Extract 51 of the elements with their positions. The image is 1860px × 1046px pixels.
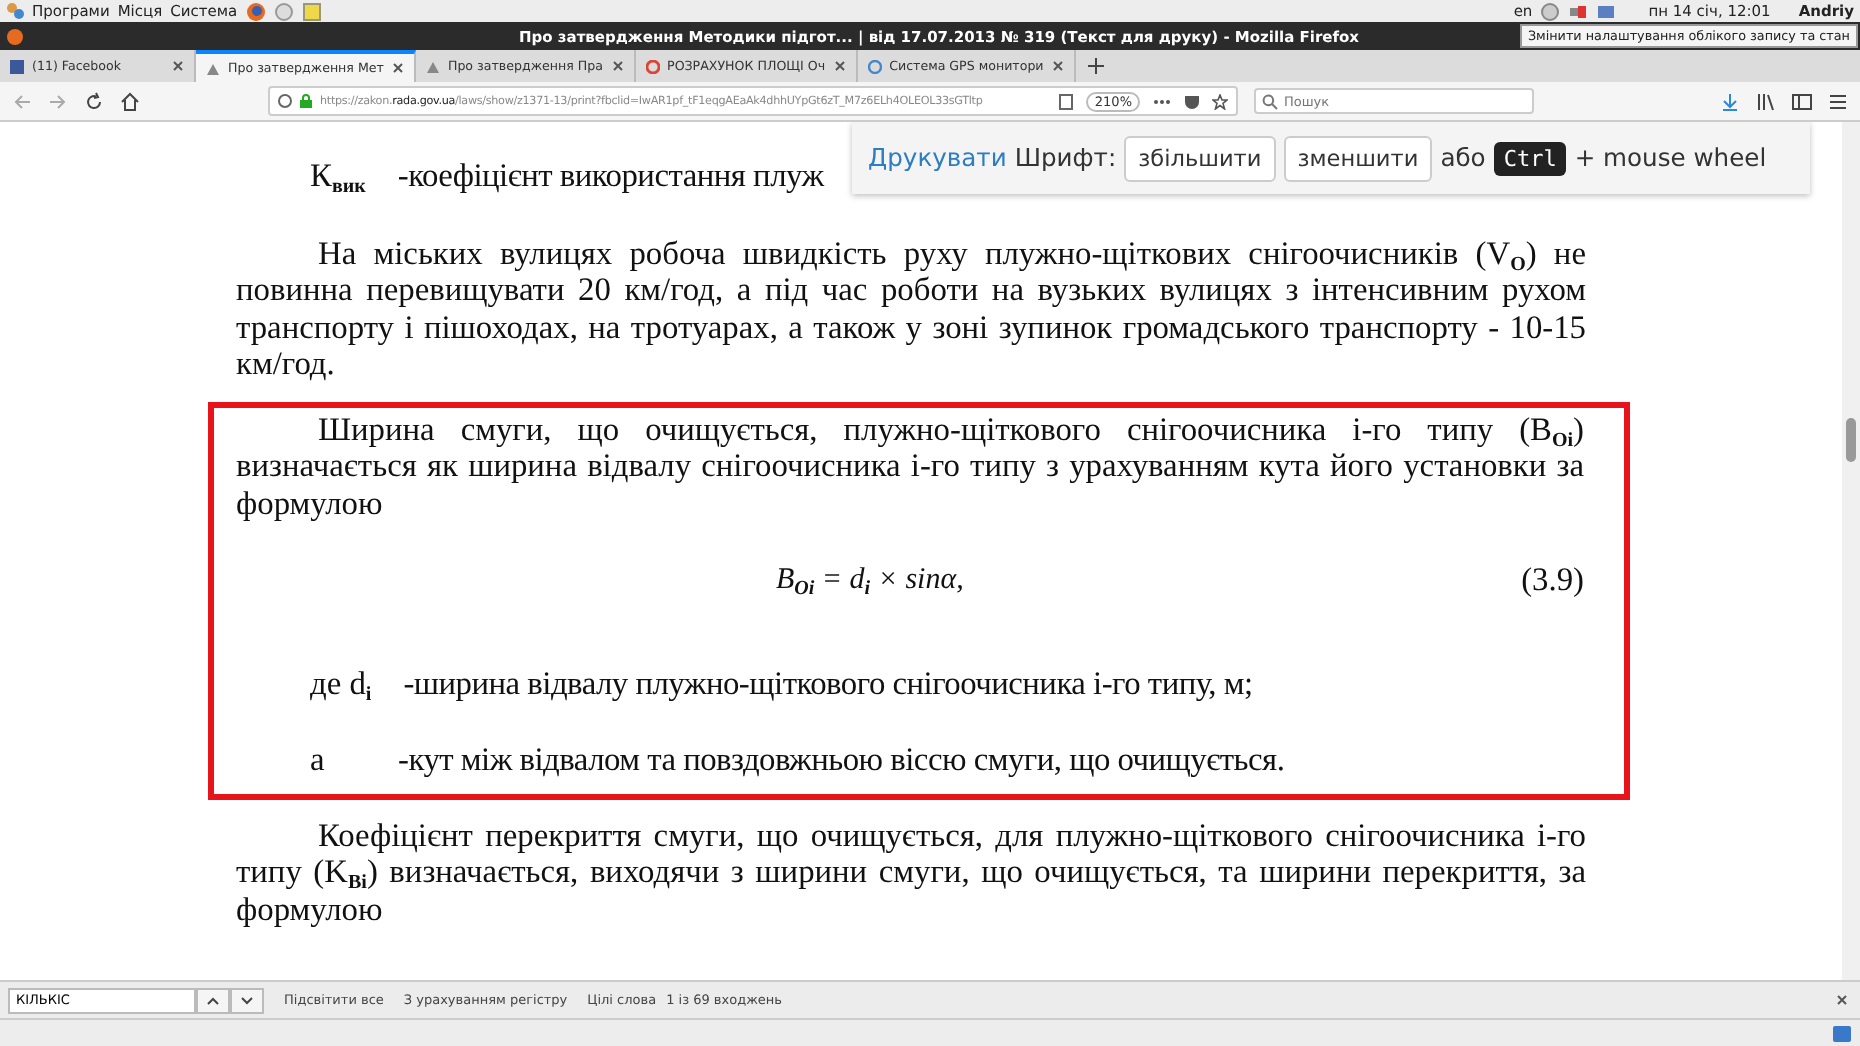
definition-text: -ширина відвалу плужно-щіткового снігоочисника і-го типу, м; [403, 665, 1253, 702]
menu-icon[interactable] [1828, 91, 1848, 111]
star-icon[interactable] [1212, 93, 1228, 109]
favicon-icon [645, 59, 660, 73]
paragraph: На міських вулицях робоча швидкість руху плужно-щіткових снігоочисників (V$_{O}$) не повинна перевищувати 20 км/год, а під час роботи на вузьких вулицях з інтенсивним рухом транспорту і пішоходах, на тротуарах, а також у зоні зупинок громадського транспорту - 10-15 км/год. [236, 235, 1586, 383]
close-icon[interactable] [833, 60, 846, 72]
home-icon[interactable] [120, 91, 140, 111]
workspace-icon[interactable] [1832, 1023, 1852, 1043]
chevron-up-icon [206, 995, 220, 1005]
definition-text: -коефіцієнт використання плуж [397, 158, 824, 195]
next-button[interactable] [230, 987, 264, 1013]
definition-text: -кут між відвалом та повздовжньою віссю смуги, що очищується. [398, 742, 1285, 779]
volume-icon[interactable] [1568, 1, 1589, 21]
firefox-icon[interactable] [245, 1, 266, 21]
monitor-icon[interactable] [1596, 1, 1617, 21]
library-icon[interactable] [1756, 91, 1776, 111]
apps-icon [6, 2, 24, 20]
close-icon[interactable] [172, 60, 184, 72]
firefox-icon [6, 27, 24, 45]
close-icon[interactable] [611, 60, 624, 72]
reader-view-icon[interactable] [1058, 93, 1075, 109]
sidebar-icon[interactable] [1792, 91, 1812, 111]
symbol: a [310, 742, 327, 779]
plus-icon[interactable] [1087, 58, 1104, 74]
formula: B$_{Oi}$ = d$_{i}$ × sinα, [776, 562, 964, 599]
favicon-icon [10, 59, 24, 73]
print-link[interactable]: Друкувати [868, 144, 1007, 172]
favicon-icon [206, 61, 220, 75]
scrollbar-thumb[interactable] [1846, 418, 1856, 462]
font-label: Шрифт: [1014, 144, 1117, 172]
reload-icon[interactable] [84, 91, 104, 111]
close-icon[interactable] [1836, 994, 1848, 1006]
key-label: Ctrl [1493, 141, 1567, 175]
or-label: або [1440, 144, 1486, 172]
close-icon[interactable] [391, 62, 404, 74]
lock-icon [300, 94, 312, 108]
previous-button[interactable] [196, 987, 230, 1013]
chevron-down-icon [240, 995, 254, 1005]
download-icon[interactable] [1720, 91, 1740, 111]
font-size-button[interactable]: зменшити [1283, 135, 1433, 181]
symbol: де d$_{i}$ [310, 665, 372, 702]
equation-number: (3.9) [1521, 562, 1584, 599]
paragraph: Ширина смуги, що очищується, плужно-щіткового снігоочисника і-го типу (B$_{Oi}$) визначається як ширина відвалу снігоочисника і-го типу з урахуванням кута його установки за формулою [236, 411, 1584, 522]
paragraph: Коефіцієнт перекриття смуги, що очищується, для плужно-щіткового снігоочисника і-го типу (K$_{Bi}$) визначається, виходячи з ширини смуги, що очищується, та ширини перекриття, за формулою [236, 817, 1586, 928]
favicon-icon [425, 59, 440, 73]
search-icon [1262, 94, 1278, 110]
close-icon[interactable] [1051, 60, 1064, 72]
symbol: К$_{вик}$ [310, 158, 366, 195]
favicon-icon [867, 59, 882, 73]
font-size-button[interactable]: збільшити [1124, 135, 1276, 181]
hint-text: + mouse wheel [1574, 144, 1767, 172]
